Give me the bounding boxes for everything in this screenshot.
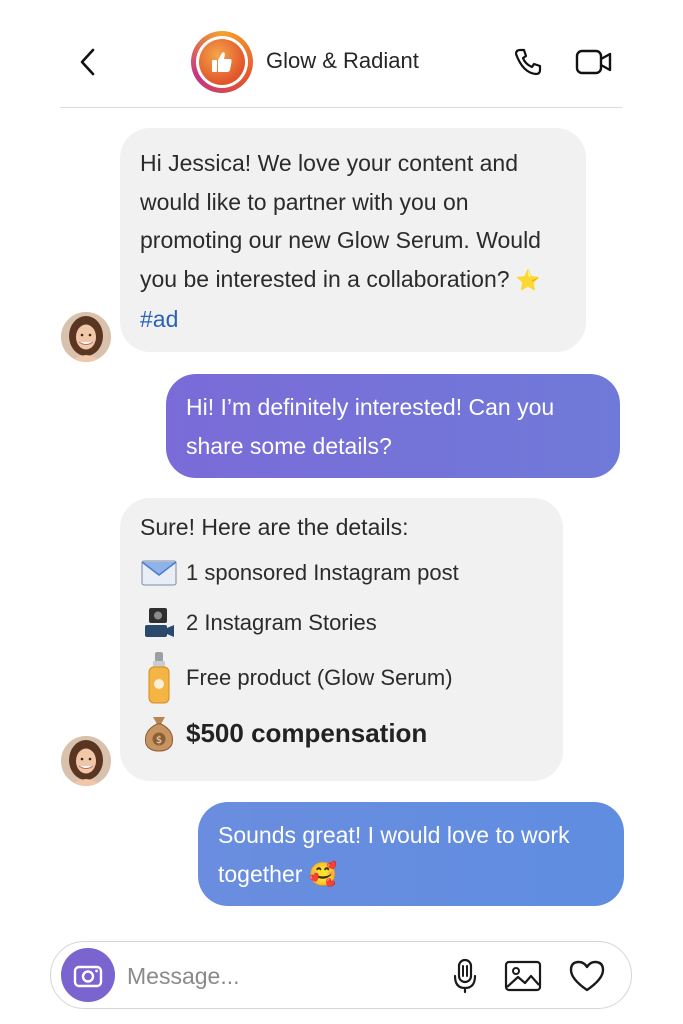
video-call-button[interactable] (574, 44, 614, 80)
detail-item: 1 sponsored Instagram post (140, 550, 543, 596)
video-camera-icon (575, 49, 612, 75)
smiling-hearts-emoji-icon: 🥰 (308, 860, 338, 887)
outgoing-message[interactable]: Hi! I’m definitely interested! Can you s… (166, 374, 620, 478)
message-composer (50, 941, 632, 1009)
gallery-button[interactable] (503, 956, 543, 996)
brand-avatar[interactable] (191, 31, 253, 93)
profile-photo-icon (61, 736, 111, 786)
detail-item: Free product (Glow Serum) (140, 650, 543, 706)
sender-avatar[interactable] (61, 312, 111, 362)
svg-text:$: $ (156, 735, 162, 746)
message-text: Hi Jessica! We love your content and wou… (140, 150, 541, 292)
microphone-icon (453, 958, 477, 994)
like-button[interactable] (567, 956, 607, 996)
chat-screen: Glow & Radiant Hi Jessica! We love your … (0, 0, 683, 1024)
outgoing-message[interactable]: Sounds great! I would love to work toget… (198, 802, 624, 906)
chevron-left-icon (80, 48, 95, 76)
image-icon (504, 960, 542, 992)
header-divider (60, 107, 622, 108)
incoming-message-details[interactable]: Sure! Here are the details: 1 sponsored … (120, 498, 563, 781)
incoming-message[interactable]: Hi Jessica! We love your content and wou… (120, 128, 586, 352)
camera-button[interactable] (61, 948, 115, 1002)
camera-icon (73, 965, 103, 988)
phone-icon (514, 48, 542, 76)
back-button[interactable] (68, 42, 108, 82)
message-text: Sounds great! I would love to work toget… (218, 822, 570, 887)
video-camera-icon (140, 601, 178, 645)
detail-item: 2 Instagram Stories (140, 600, 543, 646)
star-emoji-icon: ⭐ (515, 269, 541, 292)
thumbs-up-icon (212, 52, 232, 72)
detail-label: 1 sponsored Instagram post (186, 559, 459, 585)
message-input[interactable] (125, 954, 429, 998)
sender-avatar[interactable] (61, 736, 111, 786)
voice-button[interactable] (445, 956, 485, 996)
heart-icon (569, 960, 605, 992)
money-bag-icon: $ (140, 711, 178, 755)
chat-header: Glow & Radiant (0, 0, 683, 108)
detail-label: Free product (Glow Serum) (186, 664, 453, 690)
hashtag-link[interactable]: #ad (140, 306, 178, 332)
message-text: Hi! I’m definitely interested! Can you s… (186, 394, 555, 459)
chat-title[interactable]: Glow & Radiant (266, 48, 419, 74)
details-heading: Sure! Here are the details: (140, 514, 409, 540)
detail-label: 2 Instagram Stories (186, 609, 377, 635)
detail-item: $ $500 compensation (140, 710, 543, 756)
call-button[interactable] (510, 44, 546, 80)
profile-photo-icon (61, 312, 111, 362)
envelope-icon (140, 551, 178, 595)
detail-label: $500 compensation (186, 717, 428, 748)
serum-bottle-icon (140, 652, 178, 704)
